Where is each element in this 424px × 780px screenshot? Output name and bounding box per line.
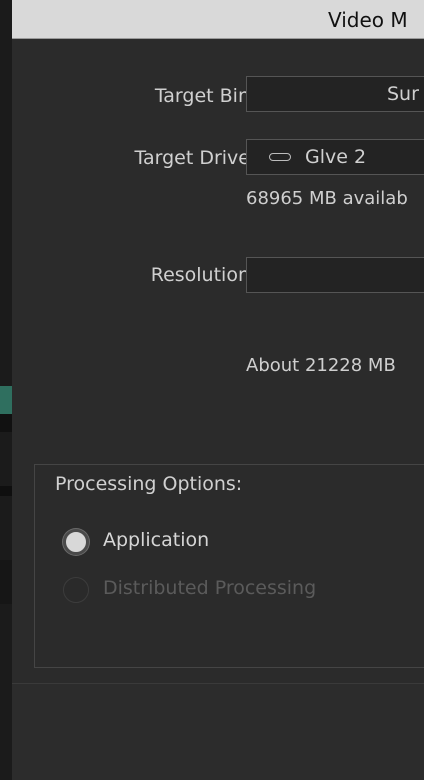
dialog-titlebar[interactable]: Video M	[12, 0, 424, 39]
dialog-footer	[12, 684, 424, 780]
target-bin-label: Target Bin	[154, 85, 250, 107]
target-drive-label: Target Drive	[134, 147, 250, 169]
application-radio[interactable]	[63, 529, 89, 555]
resolution-label: Resolution	[150, 264, 250, 286]
target-bin-value: Sur	[387, 83, 419, 105]
application-label: Application	[103, 529, 210, 551]
background-panel-strip	[0, 486, 12, 496]
available-space-text: 68965 MB availab	[246, 188, 408, 209]
dialog-title: Video M	[328, 8, 408, 32]
processing-options-title: Processing Options:	[55, 473, 243, 495]
background-panel-strip	[0, 414, 12, 432]
processing-options-group: Processing Options: Application Distribu…	[34, 464, 424, 668]
target-drive-select[interactable]: Glve 2	[246, 139, 424, 175]
distributed-processing-radio	[63, 577, 89, 603]
target-drive-value: Glve 2	[305, 146, 367, 168]
background-panel-accent	[0, 386, 12, 414]
video-mixdown-dialog: Video M Target Bin Sur Target Drive Glve…	[12, 0, 424, 780]
target-bin-field[interactable]: Sur	[246, 76, 424, 112]
background-app-edge	[0, 0, 12, 780]
background-panel-strip	[0, 560, 12, 604]
distributed-processing-label: Distributed Processing	[103, 577, 317, 599]
resolution-select[interactable]	[246, 257, 424, 293]
estimated-size-text: About 21228 MB	[246, 355, 396, 376]
drive-icon	[269, 153, 291, 161]
